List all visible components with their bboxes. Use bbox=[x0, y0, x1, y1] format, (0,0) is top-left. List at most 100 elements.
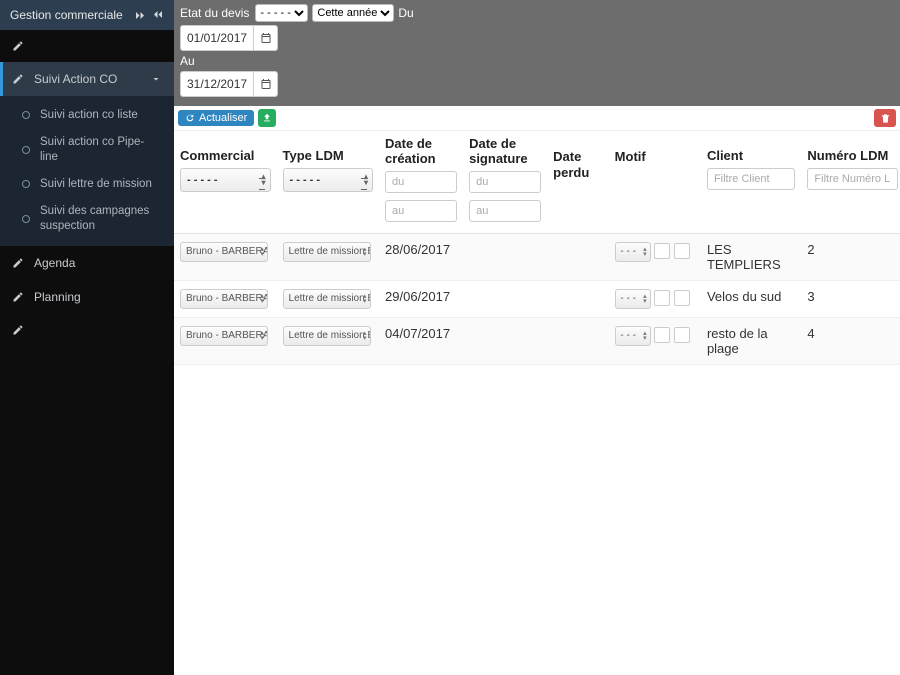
action-bar: Actualiser bbox=[174, 106, 900, 131]
bullet-icon bbox=[22, 180, 30, 188]
edit-icon bbox=[12, 291, 24, 303]
filter-date-signature-du[interactable] bbox=[469, 171, 541, 193]
etat-devis-label: Etat du devis bbox=[180, 6, 249, 20]
row-type-select[interactable]: Lettre de mission BN▴▾ bbox=[283, 289, 371, 309]
sidebar-item-planning[interactable]: Planning bbox=[0, 280, 174, 314]
filter-date-signature-au[interactable] bbox=[469, 200, 541, 222]
date-du-cal-button[interactable] bbox=[254, 25, 278, 51]
sidebar-item-agenda[interactable]: Agenda bbox=[0, 246, 174, 280]
filter-commercial[interactable]: - - - - -▴▾ bbox=[180, 168, 271, 192]
etat-devis-select[interactable]: - - - - - bbox=[255, 4, 308, 22]
bullet-icon bbox=[22, 146, 30, 154]
export-button[interactable] bbox=[258, 109, 276, 127]
edit-icon bbox=[12, 257, 24, 269]
sidebar-item-suivi-action-co[interactable]: Suivi Action CO bbox=[0, 62, 174, 96]
cell-numero: 3 bbox=[801, 280, 900, 317]
calendar-icon bbox=[260, 78, 272, 90]
row-action-2[interactable] bbox=[674, 327, 690, 343]
cell-date-creation: 28/06/2017 bbox=[379, 233, 463, 280]
calendar-icon bbox=[260, 32, 272, 44]
filter-client[interactable] bbox=[707, 168, 795, 190]
du-label: Du bbox=[398, 6, 413, 20]
edit-icon bbox=[12, 324, 24, 336]
cell-numero: 4 bbox=[801, 317, 900, 364]
sidebar-item-label: Planning bbox=[34, 290, 81, 304]
date-du-input[interactable] bbox=[180, 25, 254, 51]
refresh-label: Actualiser bbox=[199, 112, 247, 124]
collapse-icon[interactable] bbox=[134, 9, 146, 21]
row-motif-select[interactable]: - - -▴▾ bbox=[615, 289, 651, 309]
col-client: Client bbox=[707, 149, 795, 164]
delete-button[interactable] bbox=[874, 109, 896, 127]
filter-type-ldm[interactable]: - - - - -▴▾ bbox=[283, 168, 374, 192]
row-action-2[interactable] bbox=[674, 290, 690, 306]
chevron-down-icon bbox=[150, 73, 162, 85]
row-motif-select[interactable]: - - -▴▾ bbox=[615, 242, 651, 262]
refresh-button[interactable]: Actualiser bbox=[178, 110, 254, 126]
sidebar-item-blank-2[interactable] bbox=[0, 314, 174, 346]
cell-motif: - - -▴▾ bbox=[609, 280, 701, 317]
bullet-icon bbox=[22, 215, 30, 223]
topbar: Etat du devis - - - - - Cette année Du A… bbox=[174, 0, 900, 106]
cell-client: resto de la plage bbox=[701, 317, 801, 364]
trash-icon bbox=[880, 113, 891, 124]
row-action-2[interactable] bbox=[674, 243, 690, 259]
edit-icon bbox=[12, 73, 24, 85]
sidebar-item-blank-1[interactable] bbox=[0, 30, 174, 62]
sidebar-sub-liste[interactable]: Suivi action co liste bbox=[0, 102, 174, 129]
cell-date-signature bbox=[463, 280, 547, 317]
cell-date-creation: 04/07/2017 bbox=[379, 317, 463, 364]
row-action-1[interactable] bbox=[654, 327, 670, 343]
cell-motif: - - -▴▾ bbox=[609, 233, 701, 280]
sidebar-item-label: Suivi Action CO bbox=[34, 72, 117, 86]
cell-date-signature bbox=[463, 317, 547, 364]
edit-icon bbox=[12, 40, 24, 52]
cell-date-creation: 29/06/2017 bbox=[379, 280, 463, 317]
sidebar-item-label: Agenda bbox=[34, 256, 75, 270]
table-row: Bruno - BARBERA▴▾ Lettre de mission BN▴▾ 2… bbox=[174, 280, 900, 317]
col-type-ldm: Type LDM bbox=[283, 149, 374, 164]
sidebar-submenu: Suivi action co liste Suivi action co Pi… bbox=[0, 96, 174, 246]
data-table: Commercial - - - - -▴▾ Type LDM - - - - … bbox=[174, 131, 900, 365]
sidebar-sub-pipeline[interactable]: Suivi action co Pipe-line bbox=[0, 129, 174, 171]
filter-date-creation-au[interactable] bbox=[385, 200, 457, 222]
table-container[interactable]: Commercial - - - - -▴▾ Type LDM - - - - … bbox=[174, 131, 900, 675]
cell-date-perdu bbox=[547, 317, 609, 364]
row-commercial-select[interactable]: Bruno - BARBERA▴▾ bbox=[180, 242, 268, 262]
export-icon bbox=[262, 113, 272, 123]
period-select[interactable]: Cette année bbox=[312, 4, 394, 22]
cell-date-perdu bbox=[547, 280, 609, 317]
sidebar: Gestion commerciale Suivi Action CO Suiv… bbox=[0, 0, 174, 675]
row-type-select[interactable]: Lettre de mission BN▴▾ bbox=[283, 326, 371, 346]
row-action-1[interactable] bbox=[654, 243, 670, 259]
date-au-cal-button[interactable] bbox=[254, 71, 278, 97]
date-au-input[interactable] bbox=[180, 71, 254, 97]
filter-numero[interactable] bbox=[807, 168, 898, 190]
sidebar-sub-label: Suivi lettre de mission bbox=[40, 177, 152, 192]
row-commercial-select[interactable]: Bruno - BARBERA▴▾ bbox=[180, 326, 268, 346]
row-motif-select[interactable]: - - -▴▾ bbox=[615, 326, 651, 346]
cell-numero: 2 bbox=[801, 233, 900, 280]
row-action-1[interactable] bbox=[654, 290, 670, 306]
col-date-perdu: Date perdu bbox=[553, 149, 589, 180]
cell-date-perdu bbox=[547, 233, 609, 280]
sidebar-header: Gestion commerciale bbox=[0, 0, 174, 30]
app-title: Gestion commerciale bbox=[10, 8, 128, 22]
expand-icon[interactable] bbox=[152, 9, 164, 21]
cell-date-signature bbox=[463, 233, 547, 280]
sidebar-sub-campagnes[interactable]: Suivi des campagnes suspection bbox=[0, 198, 174, 240]
sidebar-sub-label: Suivi action co Pipe-line bbox=[40, 135, 162, 165]
col-commercial: Commercial bbox=[180, 149, 271, 164]
col-numero-ldm: Numéro LDM bbox=[807, 149, 898, 164]
col-date-creation: Date de création bbox=[385, 137, 457, 167]
au-label: Au bbox=[180, 54, 195, 68]
sidebar-sub-lettre-mission[interactable]: Suivi lettre de mission bbox=[0, 171, 174, 198]
cell-client: LES TEMPLIERS bbox=[701, 233, 801, 280]
row-commercial-select[interactable]: Bruno - BARBERA▴▾ bbox=[180, 289, 268, 309]
col-date-signature: Date de signature bbox=[469, 137, 541, 167]
row-type-select[interactable]: Lettre de mission BN▴▾ bbox=[283, 242, 371, 262]
cell-motif: - - -▴▾ bbox=[609, 317, 701, 364]
cell-client: Velos du sud bbox=[701, 280, 801, 317]
table-row: Bruno - BARBERA▴▾ Lettre de mission BN▴▾ 0… bbox=[174, 317, 900, 364]
filter-date-creation-du[interactable] bbox=[385, 171, 457, 193]
